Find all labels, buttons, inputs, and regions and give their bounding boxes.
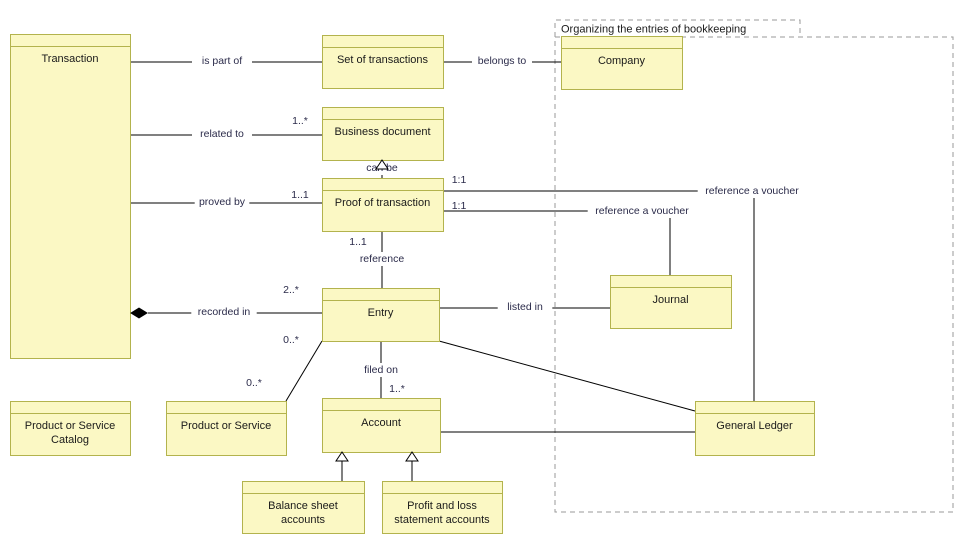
class-box-profit_loss[interactable]: Profit and loss statement accounts [382,481,503,534]
class-box-business_doc[interactable]: Business document [322,107,444,161]
association-label-is-part-of: is part of [202,55,242,67]
mult-entry-lower: 0..* [283,334,299,346]
mult-account: 1..* [389,383,405,395]
association-label-recorded-in: recorded in [198,306,251,318]
association-label-reference: reference [360,253,405,265]
class-box-ps_catalog[interactable]: Product or Service Catalog [10,401,131,456]
class-box-entry[interactable]: Entry [322,288,440,342]
class-name-text: Profit and loss [407,500,477,512]
mult-entry-upper: 2..* [283,284,299,296]
association-label-reference-voucher-journal: reference a voucher [595,205,689,217]
mult-reference: 1..1 [349,236,367,248]
mult-prod-service: 0..* [246,377,262,389]
package-title: Organizing the entries of bookkeeping [561,23,746,35]
association-reference-voucher-journal [443,210,671,275]
class-box-account[interactable]: Account [322,398,441,453]
class-box-proof[interactable]: Proof of transaction [322,178,444,232]
composition-diamond-transaction-owns-entry [130,307,148,319]
class-name-text: Company [598,55,646,67]
mult-proof: 1..1 [291,189,309,201]
class-name-text: Account [361,417,401,429]
class-name-text: Set of transactions [337,54,429,66]
generalization-arrowhead-balance-sheet-is-account [335,451,349,462]
class-name-text: statement accounts [394,514,490,526]
association-entry-prod-service [285,340,323,402]
diagram-canvas: Organizing the entries of bookkeeping Tr… [10,19,954,534]
class-box-company[interactable]: Company [561,36,683,90]
class-name-text: Product or Service [181,420,271,432]
association-label-related-to: related to [200,128,244,140]
class-name-text: Transaction [41,53,98,65]
class-name-text: accounts [281,514,326,526]
association-label-proved-by: proved by [199,196,246,208]
association-label-reference-voucher-ledger: reference a voucher [705,185,799,197]
class-name-text: Balance sheet [268,500,338,512]
class-box-frame [10,34,131,359]
class-box-transaction[interactable]: Transaction [10,34,131,359]
class-name-text: General Ledger [716,420,793,432]
class-name-text: Proof of transaction [335,197,430,209]
class-box-journal[interactable]: Journal [610,275,732,329]
generalization-arrowhead-profit-loss-is-account [405,451,419,462]
class-name-text: Entry [368,307,394,319]
class-name-text: Product or Service [25,420,115,432]
association-label-belongs-to: belongs to [478,55,527,67]
mult-ledger-ref: 1:1 [452,174,467,186]
class-box-prod_service[interactable]: Product or Service [166,401,287,456]
association-entry-ledger [438,340,696,412]
class-name-text: Business document [335,126,431,138]
class-box-set_transactions[interactable]: Set of transactions [322,35,444,89]
mult-journal-ref: 1:1 [452,200,467,212]
class-box-balance_sheet[interactable]: Balance sheet accounts [242,481,365,534]
class-box-general_ledger[interactable]: General Ledger [695,401,815,456]
association-label-listed-in: listed in [507,301,543,313]
association-label-filed-on: filed on [364,364,398,376]
class-name-text: Catalog [51,434,89,446]
uml-class-diagram: Organizing the entries of bookkeeping Tr… [0,0,964,543]
mult-business-doc: 1..* [292,115,308,127]
class-name-text: Journal [652,294,688,306]
